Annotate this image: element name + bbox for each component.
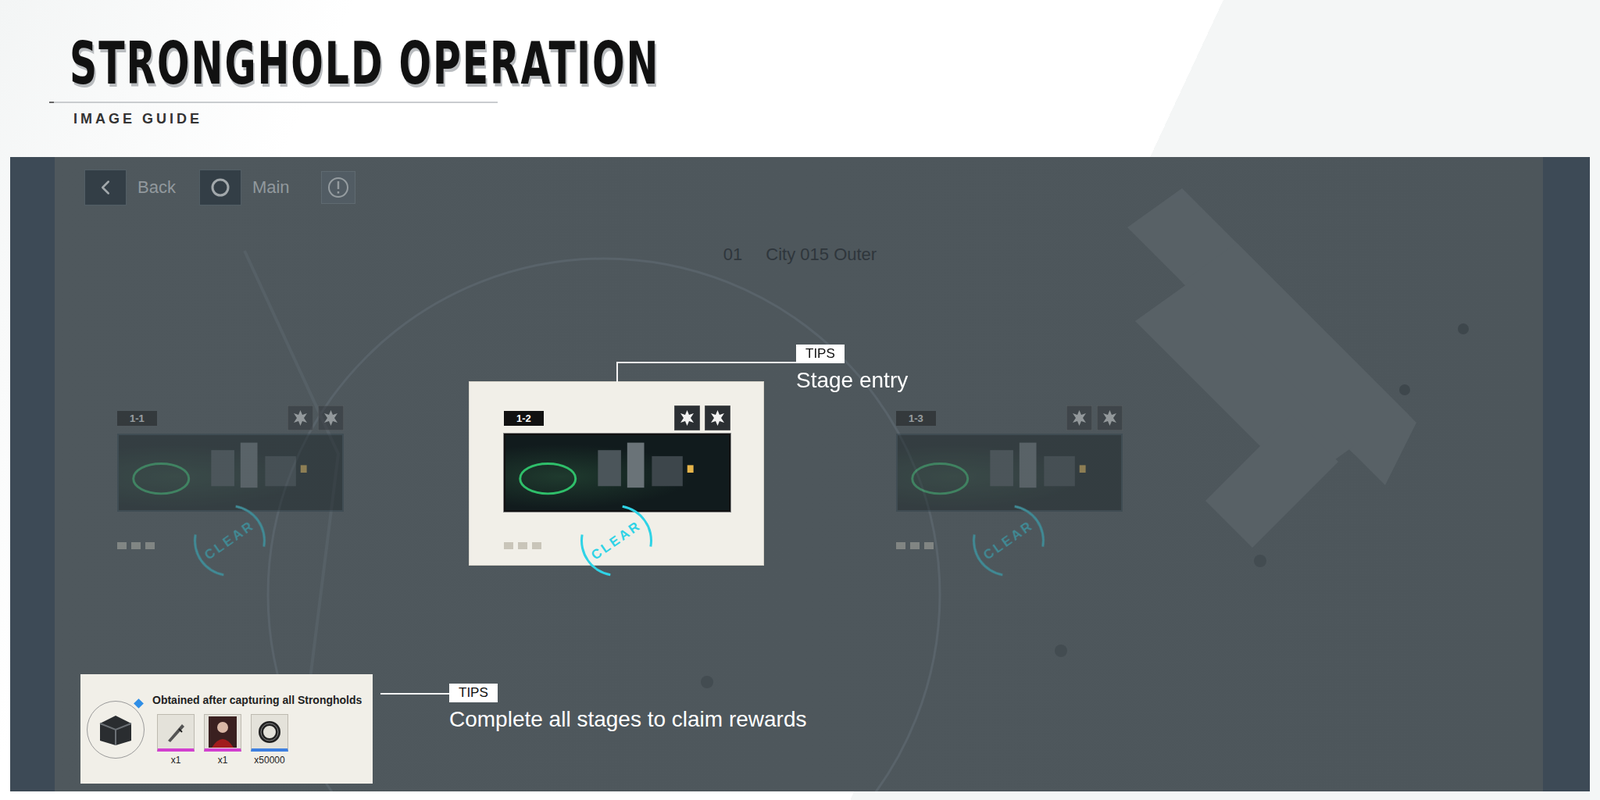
area-title: 01 City 015 Outer — [10, 244, 1590, 265]
chest-icon — [96, 712, 135, 747]
guide-header: STRONGHOLD OPERATION IMAGE GUIDE — [0, 0, 1600, 158]
stage-label: 1-2 — [503, 410, 544, 426]
weapon-icon — [163, 719, 189, 745]
circle-icon — [209, 176, 232, 199]
reward-panel[interactable]: Obtained after capturing all Strongholds… — [80, 674, 373, 784]
guide-page: STRONGHOLD OPERATION IMAGE GUIDE Back Main 0… — [0, 0, 1600, 800]
emblem-icon — [1066, 405, 1093, 431]
emblem-icon — [674, 405, 700, 431]
guide-title: STRONGHOLD OPERATION — [69, 34, 1080, 93]
tip-badge: TIPS — [449, 683, 498, 703]
main-button-label: Main — [252, 177, 290, 198]
footer-mark — [924, 542, 934, 550]
game-screenshot: Back Main 01 City 015 Outer 1-1 CLEAR 1-2 CLEAR… — [10, 157, 1590, 792]
clear-stamp-text: CLEAR — [201, 517, 258, 565]
reward-items: x1 x1 x50000 — [152, 714, 362, 766]
reward-item-box — [250, 714, 289, 752]
stage-scene-icon — [505, 435, 729, 511]
footer-mark — [517, 542, 528, 550]
tip-callout: TIPS Stage entry — [796, 344, 908, 393]
stage-scene-icon — [118, 435, 343, 511]
footer-mark — [503, 542, 514, 550]
stage-thumbnail — [503, 433, 731, 512]
emblem-icon — [1096, 405, 1123, 431]
tip-connector — [380, 692, 450, 695]
reward-item[interactable]: x1 — [157, 714, 195, 766]
tip-connector — [616, 361, 798, 383]
new-marker — [133, 698, 144, 709]
tip-badge: TIPS — [796, 344, 845, 364]
footer-mark — [532, 542, 542, 550]
stage-label: 1-1 — [117, 410, 158, 426]
stage-thumbnail — [896, 433, 1123, 512]
tip-text: Stage entry — [796, 367, 908, 393]
stage-card[interactable]: 1-1 CLEAR — [82, 382, 377, 565]
stage-card[interactable]: 1-2 CLEAR — [469, 382, 764, 565]
reward-item-quantity: x1 — [217, 754, 229, 766]
emblem-icon — [287, 405, 314, 431]
stage-card-header: 1-1 — [117, 403, 344, 433]
portrait-icon — [208, 716, 237, 748]
title-rule — [49, 101, 498, 104]
stage-card-header: 1-2 — [503, 403, 731, 433]
back-button-box — [84, 169, 127, 206]
main-button[interactable]: Main — [199, 169, 290, 206]
clear-stamp-text: CLEAR — [980, 517, 1037, 565]
stage-card[interactable]: 1-3 CLEAR — [861, 382, 1156, 565]
chevron-left-icon — [93, 175, 118, 200]
emblem-icon — [704, 405, 731, 431]
stage-scene-icon — [897, 435, 1122, 511]
footer-mark — [145, 542, 155, 550]
footer-mark — [131, 542, 141, 550]
reward-item[interactable]: x1 — [203, 714, 242, 766]
stage-card-header: 1-3 — [896, 403, 1123, 433]
clear-stamp-text: CLEAR — [588, 517, 645, 565]
ring-icon — [257, 719, 283, 745]
info-button[interactable] — [321, 171, 356, 204]
area-number: 01 — [723, 244, 743, 265]
emblem-icon — [317, 405, 344, 431]
back-button-label: Back — [137, 177, 176, 198]
reward-item-quantity: x1 — [171, 754, 182, 766]
reward-body: Obtained after capturing all Strongholds… — [152, 693, 362, 766]
footer-mark — [896, 542, 906, 550]
guide-subtitle: IMAGE GUIDE — [73, 110, 1600, 128]
reward-item-quantity: x50000 — [253, 754, 285, 766]
stage-emblems — [287, 405, 344, 431]
top-bar: Back Main — [10, 157, 1590, 206]
reward-item[interactable]: x50000 — [250, 714, 289, 766]
back-button[interactable]: Back — [84, 169, 176, 206]
tip-text: Complete all stages to claim rewards — [449, 707, 808, 733]
reward-chest — [86, 700, 145, 759]
stage-thumbnail — [117, 433, 344, 512]
alert-icon — [326, 175, 350, 200]
footer-mark — [910, 542, 920, 550]
stage-label: 1-3 — [896, 410, 936, 426]
reward-item-box — [203, 714, 242, 752]
stage-emblems — [674, 405, 731, 431]
reward-title: Obtained after capturing all Strongholds — [152, 693, 362, 707]
area-name: City 015 Outer — [765, 244, 877, 265]
tip-callout: TIPS Complete all stages to claim rewards — [449, 683, 808, 733]
stage-emblems — [1066, 405, 1123, 431]
main-button-box — [199, 169, 242, 206]
footer-mark — [117, 542, 127, 550]
reward-item-box — [157, 714, 195, 752]
